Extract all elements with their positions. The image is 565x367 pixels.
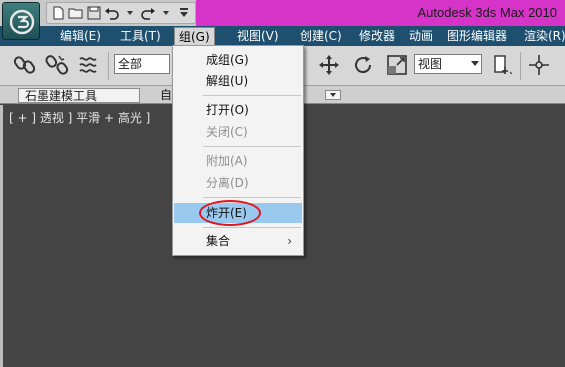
menu-separator [203, 95, 301, 96]
title-bar: Autodesk 3ds Max 2010 [0, 0, 565, 26]
menu-item-open[interactable]: 打开(O) [174, 100, 302, 120]
viewport-label[interactable]: [ + ] 透视 ] 平滑 + 高光 ] [9, 109, 150, 126]
save-icon[interactable] [86, 4, 102, 22]
menu-item-explode[interactable]: 炸开(E) [174, 200, 302, 226]
menu-item-ungroup[interactable]: 解组(U) [174, 71, 302, 91]
select-and-scale-icon[interactable] [384, 52, 410, 78]
annotation-circle [199, 200, 261, 226]
menu-view[interactable]: 视图(V) [233, 27, 283, 45]
menu-graph-editors[interactable]: 图形编辑器 [443, 27, 511, 45]
menu-item-close: 关闭(C) [206, 125, 248, 139]
menu-item-attach: 附加(A) [206, 154, 248, 168]
chevron-right-icon: › [287, 234, 292, 248]
ribbon-minimize-dropdown[interactable] [325, 90, 341, 100]
use-pivot-center-icon[interactable] [490, 52, 516, 78]
bind-to-space-warp-icon[interactable] [76, 52, 102, 78]
undo-dropdown-icon[interactable] [122, 4, 138, 22]
menu-group[interactable]: 组(G) [174, 27, 215, 45]
menu-item-assembly[interactable]: 集合 › [174, 231, 302, 251]
customize-icon[interactable] [176, 4, 192, 22]
menu-item-group[interactable]: 成组(G) [174, 50, 302, 70]
select-and-rotate-icon[interactable] [350, 52, 376, 78]
tab-graphite-modeling-tools[interactable]: 石墨建模工具 [18, 88, 140, 103]
redo-icon[interactable] [140, 4, 156, 22]
chevron-down-icon [471, 61, 479, 66]
quick-access-toolbar [46, 2, 196, 24]
menu-animation[interactable]: 动画 [405, 27, 437, 45]
reference-coordinate-dropdown[interactable]: 视图 [414, 54, 482, 74]
menu-item-detach: 分离(D) [206, 176, 249, 190]
unlink-selection-icon[interactable] [44, 52, 70, 78]
menu-modifiers[interactable]: 修改器 [355, 27, 399, 45]
max-logo-icon [9, 9, 35, 35]
open-folder-icon[interactable] [68, 4, 84, 22]
menu-separator [203, 227, 301, 228]
application-button[interactable] [2, 2, 40, 40]
reference-coordinate-value: 视图 [418, 57, 443, 71]
new-file-icon[interactable] [50, 4, 66, 22]
title-accent: Autodesk 3ds Max 2010 [196, 0, 565, 26]
menu-tools[interactable]: 工具(T) [116, 27, 165, 45]
toolbar-separator [108, 52, 109, 80]
menu-separator [203, 197, 301, 198]
select-and-link-icon[interactable] [12, 52, 38, 78]
selection-filter-dropdown[interactable]: 全部 [114, 54, 170, 74]
menu-rendering[interactable]: 渲染(R) [520, 27, 565, 45]
menu-edit[interactable]: 编辑(E) [56, 27, 105, 45]
select-and-move-icon[interactable] [316, 52, 342, 78]
menu-bar: 编辑(E) 工具(T) 组(G) 视图(V) 创建(C) 修改器 动画 图形编辑… [0, 26, 565, 46]
menu-item-assembly-label: 集合 [206, 234, 231, 248]
app-window: Autodesk 3ds Max 2010 编辑(E) 工具(T) 组(G) 视… [0, 0, 565, 367]
undo-icon[interactable] [104, 4, 120, 22]
toolbar-separator [520, 52, 521, 80]
select-and-manipulate-icon[interactable] [526, 52, 552, 78]
redo-dropdown-icon[interactable] [158, 4, 174, 22]
window-title: Autodesk 3ds Max 2010 [417, 5, 557, 20]
group-menu-dropdown: 成组(G) 解组(U) 打开(O) 关闭(C) 附加(A) 分离(D) 炸开(E… [172, 45, 304, 256]
menu-create[interactable]: 创建(C) [296, 27, 346, 45]
menu-separator [203, 146, 301, 147]
selection-filter-value: 全部 [118, 57, 143, 71]
